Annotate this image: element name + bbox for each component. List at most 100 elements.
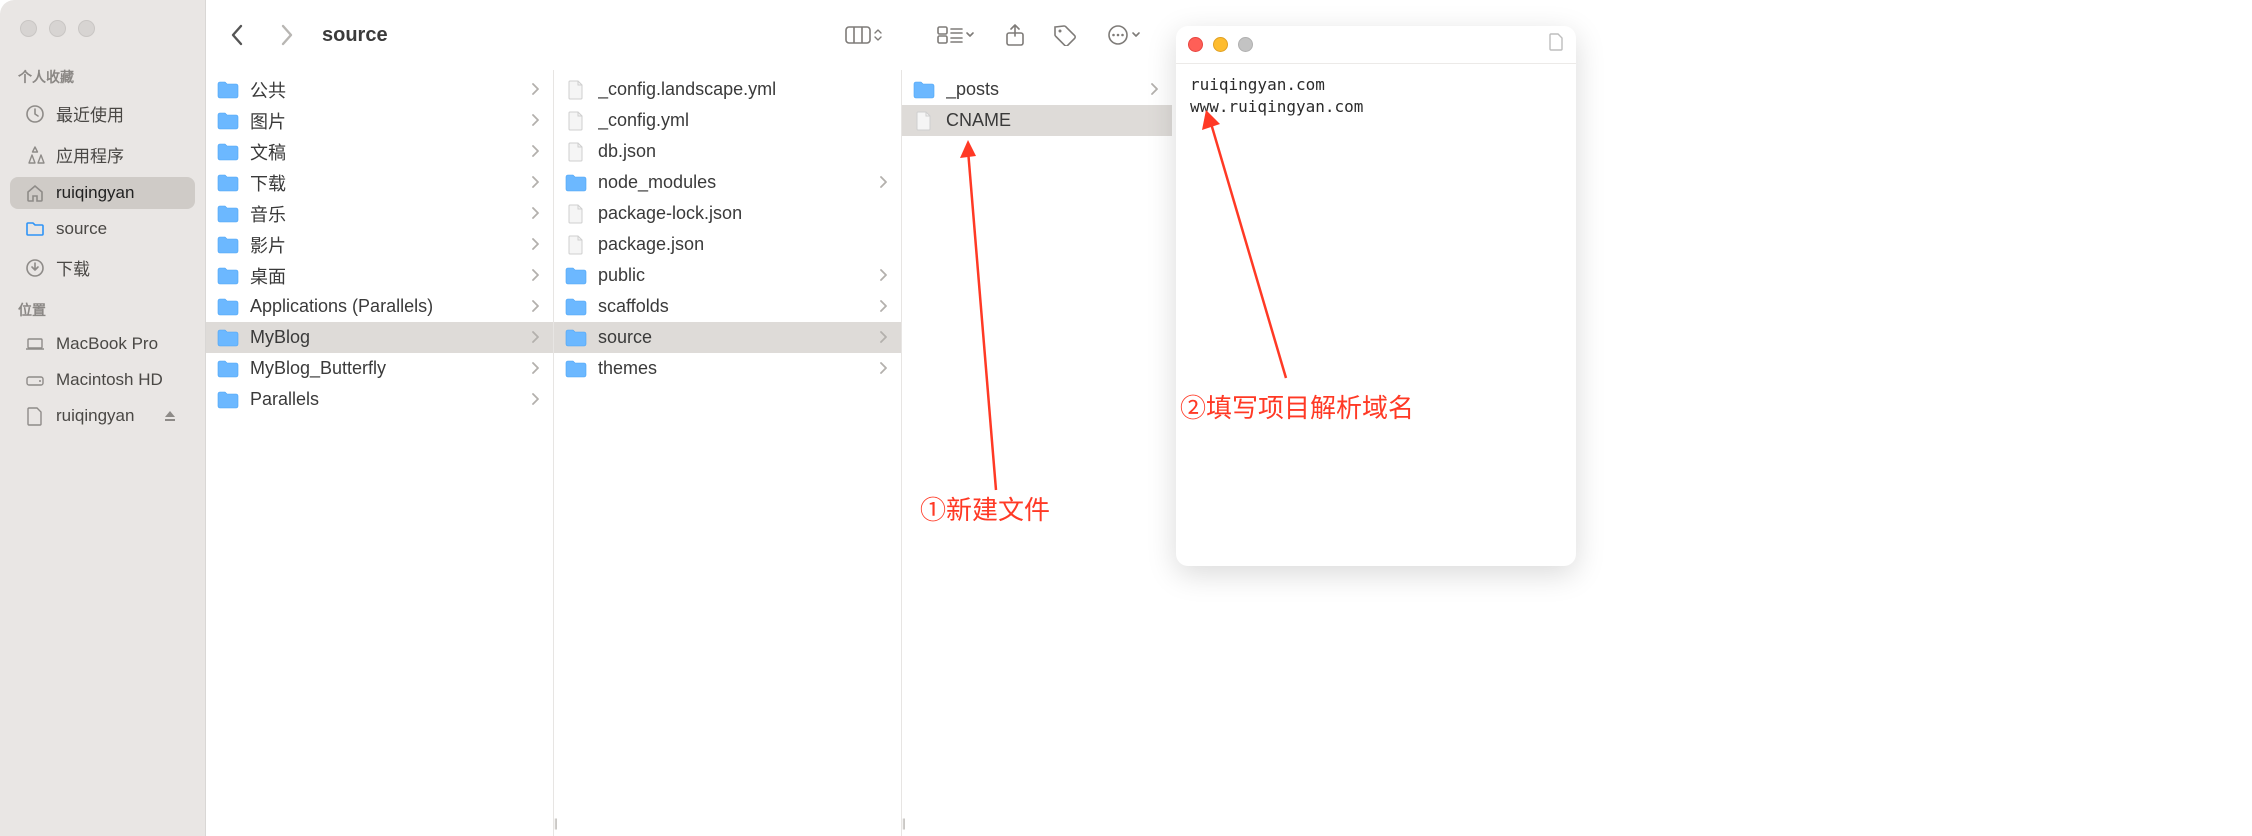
column-row[interactable]: 公共 <box>206 74 553 105</box>
sidebar-item-recent[interactable]: 最近使用 <box>10 95 195 132</box>
column-row[interactable]: _config.yml <box>554 105 901 136</box>
sidebar-favorites-header: 个人收藏 <box>0 55 205 93</box>
file-icon <box>564 142 588 162</box>
group-button[interactable] <box>926 17 986 53</box>
column-0: 公共图片文稿下载音乐影片桌面Applications (Parallels)My… <box>206 70 554 836</box>
column-row[interactable]: 影片 <box>206 229 553 260</box>
row-label: 影片 <box>250 232 521 258</box>
row-label: scaffolds <box>598 296 869 317</box>
annotation-arrow-1 <box>956 140 1016 500</box>
sidebar-item-label: ruiqingyan <box>56 406 149 426</box>
folder-icon <box>216 391 240 409</box>
sidebar-item-volume[interactable]: ruiqingyan <box>10 400 195 432</box>
chevron-right-icon <box>879 299 887 315</box>
chevron-right-icon <box>531 237 539 253</box>
sidebar-item-label: MacBook Pro <box>56 334 158 354</box>
column-row[interactable]: themes <box>554 353 901 384</box>
minimize-window-button[interactable] <box>1213 37 1228 52</box>
row-label: node_modules <box>598 172 869 193</box>
column-row[interactable]: MyBlog <box>206 322 553 353</box>
chevron-right-icon <box>531 392 539 408</box>
column-row[interactable]: node_modules <box>554 167 901 198</box>
share-button[interactable] <box>994 17 1036 53</box>
row-label: 音乐 <box>250 201 521 227</box>
column-row[interactable]: 音乐 <box>206 198 553 229</box>
chevron-right-icon <box>531 361 539 377</box>
column-row[interactable]: 下载 <box>206 167 553 198</box>
row-label: Parallels <box>250 389 521 410</box>
folder-icon <box>216 267 240 285</box>
column-row[interactable]: db.json <box>554 136 901 167</box>
zoom-window-button[interactable] <box>1238 37 1253 52</box>
file-icon <box>564 111 588 131</box>
tags-button[interactable] <box>1044 17 1086 53</box>
column-row[interactable]: public <box>554 260 901 291</box>
row-label: source <box>598 327 869 348</box>
chevron-down-icon <box>1131 31 1141 39</box>
chevron-right-icon <box>1150 82 1158 98</box>
forward-button[interactable] <box>266 16 308 54</box>
column-row[interactable]: Parallels <box>206 384 553 415</box>
minimize-window-button[interactable] <box>49 20 66 37</box>
sidebar-locations-header: 位置 <box>0 288 205 326</box>
folder-icon <box>216 360 240 378</box>
row-label: themes <box>598 358 869 379</box>
column-row[interactable]: source <box>554 322 901 353</box>
eject-icon[interactable] <box>159 408 181 424</box>
finder-toolbar: source <box>206 0 1172 70</box>
view-mode-button[interactable] <box>834 17 894 53</box>
apps-icon <box>24 145 46 165</box>
folder-icon <box>564 298 588 316</box>
action-button[interactable] <box>1094 17 1154 53</box>
sidebar-item-label: source <box>56 219 107 239</box>
sidebar-item-macbook[interactable]: MacBook Pro <box>10 328 195 360</box>
download-icon <box>24 258 46 278</box>
column-row[interactable]: package.json <box>554 229 901 260</box>
sidebar-item-label: 下载 <box>56 255 90 280</box>
column-row[interactable]: CNAME <box>902 105 1172 136</box>
column-row[interactable]: Applications (Parallels) <box>206 291 553 322</box>
sidebar-item-home[interactable]: ruiqingyan <box>10 177 195 209</box>
sidebar-item-source[interactable]: source <box>10 213 195 245</box>
document-icon <box>24 406 46 426</box>
row-label: _config.yml <box>598 110 887 131</box>
sidebar-item-downloads[interactable]: 下载 <box>10 249 195 286</box>
window-controls <box>0 14 205 55</box>
column-row[interactable]: 桌面 <box>206 260 553 291</box>
column-row[interactable]: _config.landscape.yml <box>554 74 901 105</box>
folder-icon <box>216 143 240 161</box>
back-button[interactable] <box>216 16 258 54</box>
folder-icon <box>216 329 240 347</box>
column-row[interactable]: _posts <box>902 74 1172 105</box>
folder-icon <box>564 329 588 347</box>
column-row[interactable]: 图片 <box>206 105 553 136</box>
folder-icon <box>216 205 240 223</box>
row-label: _posts <box>946 79 1140 100</box>
column-row[interactable]: scaffolds <box>554 291 901 322</box>
column-row[interactable]: MyBlog_Butterfly <box>206 353 553 384</box>
home-icon <box>24 183 46 203</box>
row-label: CNAME <box>946 110 1158 131</box>
close-window-button[interactable] <box>20 20 37 37</box>
folder-icon <box>216 174 240 192</box>
close-window-button[interactable] <box>1188 37 1203 52</box>
column-row[interactable]: 文稿 <box>206 136 553 167</box>
row-label: 公共 <box>250 77 521 103</box>
chevron-right-icon <box>531 206 539 222</box>
folder-icon <box>912 81 936 99</box>
sidebar-item-applications[interactable]: 应用程序 <box>10 136 195 173</box>
zoom-window-button[interactable] <box>78 20 95 37</box>
chevron-right-icon <box>531 175 539 191</box>
chevron-right-icon <box>531 330 539 346</box>
sidebar-item-label: ruiqingyan <box>56 183 134 203</box>
sidebar-item-disk[interactable]: Macintosh HD <box>10 364 195 396</box>
chevron-right-icon <box>879 268 887 284</box>
sidebar-item-label: 应用程序 <box>56 142 124 167</box>
row-label: package-lock.json <box>598 203 887 224</box>
column-row[interactable]: package-lock.json <box>554 198 901 229</box>
sidebar-item-label: 最近使用 <box>56 101 124 126</box>
annotation-1: ①新建文件 <box>920 490 1050 527</box>
row-label: _config.landscape.yml <box>598 79 887 100</box>
chevron-right-icon <box>879 361 887 377</box>
folder-icon <box>216 112 240 130</box>
